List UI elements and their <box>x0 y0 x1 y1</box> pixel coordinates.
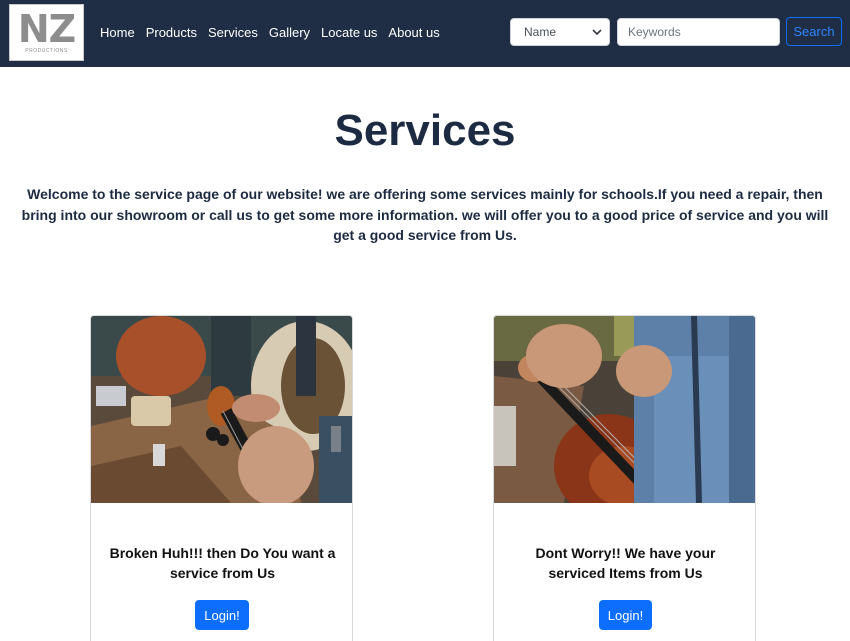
login-button[interactable]: Login! <box>195 600 249 630</box>
violin-service-image <box>494 316 755 503</box>
brand-logo[interactable]: NZ PRODUCTIONS <box>9 4 84 61</box>
nav-link-products[interactable]: Products <box>146 24 197 42</box>
chevron-down-icon <box>592 29 602 36</box>
service-card-serviced: Dont Worry!! We have your serviced Items… <box>493 315 756 641</box>
violin-repair-image <box>91 316 352 503</box>
login-button[interactable]: Login! <box>599 600 652 630</box>
nav-link-locate-us[interactable]: Locate us <box>321 24 377 42</box>
nav-link-home[interactable]: Home <box>100 24 135 42</box>
nav-links: Home Products Services Gallery Locate us… <box>100 24 451 42</box>
search-input[interactable] <box>617 18 780 46</box>
intro-paragraph: Welcome to the service page of our websi… <box>21 186 829 243</box>
search-field-select[interactable]: Name <box>510 18 610 46</box>
card-text: Dont Worry!! We have your serviced Items… <box>535 545 716 581</box>
nav-link-services[interactable]: Services <box>208 24 258 42</box>
service-card-repair: Broken Huh!!! then Do You want a service… <box>90 315 353 641</box>
logo-subtitle: PRODUCTIONS <box>25 48 68 54</box>
nav-link-gallery[interactable]: Gallery <box>269 24 310 42</box>
page-title: Services <box>334 106 516 155</box>
nav-link-about-us[interactable]: About us <box>388 24 439 42</box>
search-button[interactable]: Search <box>786 17 842 46</box>
search-select-value: Name <box>524 25 557 39</box>
card-text: Broken Huh!!! then Do You want a service… <box>109 545 336 581</box>
logo-mark: NZ <box>17 7 76 51</box>
top-navbar: NZ PRODUCTIONS Home Products Services Ga… <box>0 0 850 67</box>
